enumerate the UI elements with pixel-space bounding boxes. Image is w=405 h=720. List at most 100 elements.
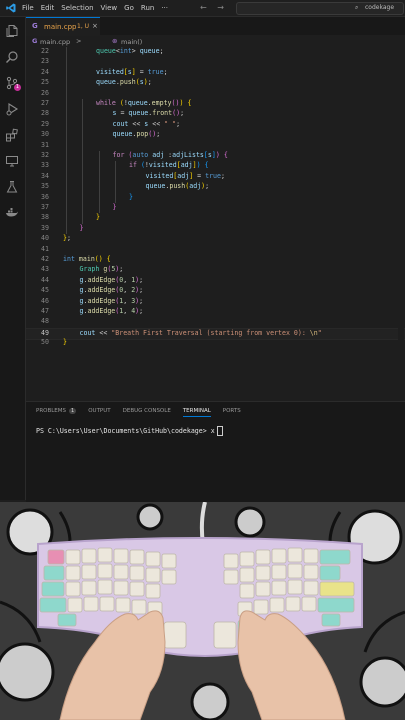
tab-terminal[interactable]: TERMINAL xyxy=(182,408,211,417)
terminal-output[interactable]: PS C:\Users\User\Documents\GitHub\codeka… xyxy=(36,426,223,436)
code-text: g.addEdge(1, 3); xyxy=(79,296,144,305)
code-text: Graph g(5); xyxy=(79,265,124,274)
code-text: visited[s] = true; xyxy=(96,67,168,76)
keyboard-photo xyxy=(0,502,405,720)
indent-guide xyxy=(98,151,100,214)
code-line[interactable]: 46 g.addEdge(1, 3); xyxy=(26,297,405,307)
code-line[interactable]: 44 g.addEdge(0, 1); xyxy=(26,276,405,286)
terminal-cursor xyxy=(216,426,223,436)
editor-tabs: G main.cpp 1, U × xyxy=(26,17,405,36)
line-number: 31 xyxy=(41,140,49,149)
code-text: g.addEdge(0, 1); xyxy=(79,275,144,284)
code-line[interactable]: 39} xyxy=(26,224,405,234)
line-number: 37 xyxy=(41,203,49,211)
cpp-file-icon: G xyxy=(32,22,38,30)
line-number: 47 xyxy=(41,307,49,315)
breadcrumb-file[interactable]: main.cpp xyxy=(40,38,70,46)
tab-ports[interactable]: PORTS xyxy=(223,408,241,417)
line-number: 44 xyxy=(41,275,49,284)
line-number: 45 xyxy=(41,286,49,295)
close-icon[interactable]: × xyxy=(92,22,98,30)
line-number: 26 xyxy=(41,88,49,97)
command-center-search[interactable]: ⌕ codekage xyxy=(236,2,404,15)
code-line[interactable]: 25 queue.push(s); xyxy=(26,78,405,88)
menu-edit[interactable]: Edit xyxy=(41,4,55,12)
bottom-panel: PROBLEMS 1 OUTPUT DEBUG CONSOLE TERMINAL … xyxy=(26,401,405,502)
code-text: queue.push(s); xyxy=(96,78,152,87)
search-sidebar-icon[interactable] xyxy=(5,49,19,63)
code-text: visited[adj] = true; xyxy=(145,171,225,180)
code-line[interactable]: 50} xyxy=(26,338,405,348)
tab-main-cpp[interactable]: G main.cpp 1, U × xyxy=(26,17,100,36)
code-text: } xyxy=(112,203,117,211)
explorer-icon[interactable] xyxy=(5,23,19,37)
tab-output[interactable]: OUTPUT xyxy=(88,408,110,417)
line-number: 22 xyxy=(41,47,49,55)
code-text: }; xyxy=(63,234,71,243)
code-line[interactable]: 42 int main() { xyxy=(26,255,405,265)
code-line[interactable]: 22 queue<int> queue; xyxy=(26,47,405,57)
breadcrumb: G main.cpp > ⊛ main() xyxy=(26,36,405,47)
breadcrumb-separator: > xyxy=(76,37,82,45)
tab-status: 1, U xyxy=(77,23,90,30)
code-line[interactable]: 41 xyxy=(26,245,405,255)
forward-arrow-icon[interactable]: → xyxy=(217,3,224,12)
extensions-icon[interactable] xyxy=(5,127,19,142)
code-text: } xyxy=(96,213,100,222)
line-number: 30 xyxy=(41,130,49,139)
editor-scrollbar[interactable] xyxy=(398,47,404,397)
line-number: 40 xyxy=(41,234,49,243)
problems-count-badge: 1 xyxy=(69,408,77,414)
line-number: 39 xyxy=(41,223,49,232)
menu-view[interactable]: View xyxy=(101,4,118,12)
code-line[interactable]: 48 xyxy=(26,317,405,327)
docker-icon[interactable] xyxy=(5,205,19,219)
code-text: } xyxy=(129,192,133,201)
panel-tabs: PROBLEMS 1 OUTPUT DEBUG CONSOLE TERMINAL … xyxy=(36,408,241,417)
indent-guide xyxy=(115,161,116,203)
line-number: 23 xyxy=(41,57,49,66)
code-text: if (!visited[adj]) { xyxy=(129,161,209,170)
terminal-prompt: PS C:\Users\User\Documents\GitHub\codeka… xyxy=(36,427,207,435)
code-text: g.addEdge(0, 2); xyxy=(79,286,144,295)
menu-run[interactable]: Run xyxy=(141,4,154,12)
code-line[interactable]: 47 g.addEdge(1, 4); xyxy=(26,307,405,317)
code-editor[interactable]: 22 queue<int> queue; 23 24 visited[s] = true… xyxy=(26,47,405,397)
tab-debug-console[interactable]: DEBUG CONSOLE xyxy=(123,408,171,417)
menu-file[interactable]: File xyxy=(22,4,34,12)
terminal-input: x xyxy=(210,427,215,435)
tab-problems[interactable]: PROBLEMS 1 xyxy=(36,408,77,417)
code-line[interactable]: 24 visited[s] = true; xyxy=(26,68,405,78)
code-line[interactable]: 45 g.addEdge(0, 2); xyxy=(26,286,405,296)
breadcrumb-symbol[interactable]: main() xyxy=(121,38,142,46)
menu-go[interactable]: Go xyxy=(124,4,134,12)
indent-guide xyxy=(65,47,67,235)
line-number: 34 xyxy=(41,171,49,180)
line-number: 42 xyxy=(41,255,49,263)
code-line[interactable]: 43 Graph g(5); xyxy=(26,265,405,275)
run-debug-icon[interactable] xyxy=(5,101,19,116)
keyboard-photo-illustration xyxy=(0,502,405,720)
search-icon: ⌕ xyxy=(355,4,359,11)
line-number: 28 xyxy=(41,109,49,118)
code-line[interactable]: 40}; xyxy=(26,234,405,244)
code-line[interactable]: 23 xyxy=(26,57,405,67)
nav-arrows: ← → xyxy=(200,3,224,12)
menu-selection[interactable]: Selection xyxy=(61,4,93,12)
code-text: queue.push(adj); xyxy=(145,182,210,191)
menu-more[interactable]: ··· xyxy=(161,4,168,12)
code-text: queue<int> queue; xyxy=(96,47,164,55)
line-number: 33 xyxy=(41,161,49,170)
code-text: } xyxy=(63,338,67,347)
remote-explorer-icon[interactable] xyxy=(5,153,19,167)
code-text: queue.pop(); xyxy=(112,130,161,139)
back-arrow-icon[interactable]: ← xyxy=(200,3,207,12)
line-number: 46 xyxy=(41,296,49,305)
tab-filename: main.cpp xyxy=(44,23,77,31)
testing-icon[interactable] xyxy=(5,179,19,193)
menu-bar: File Edit Selection View Go Run ··· xyxy=(22,4,168,12)
source-control-icon[interactable]: 1 xyxy=(5,75,21,91)
title-bar: File Edit Selection View Go Run ··· ← → … xyxy=(0,0,405,17)
code-text: int main() { xyxy=(63,255,111,263)
code-line[interactable]: 26 xyxy=(26,89,405,99)
